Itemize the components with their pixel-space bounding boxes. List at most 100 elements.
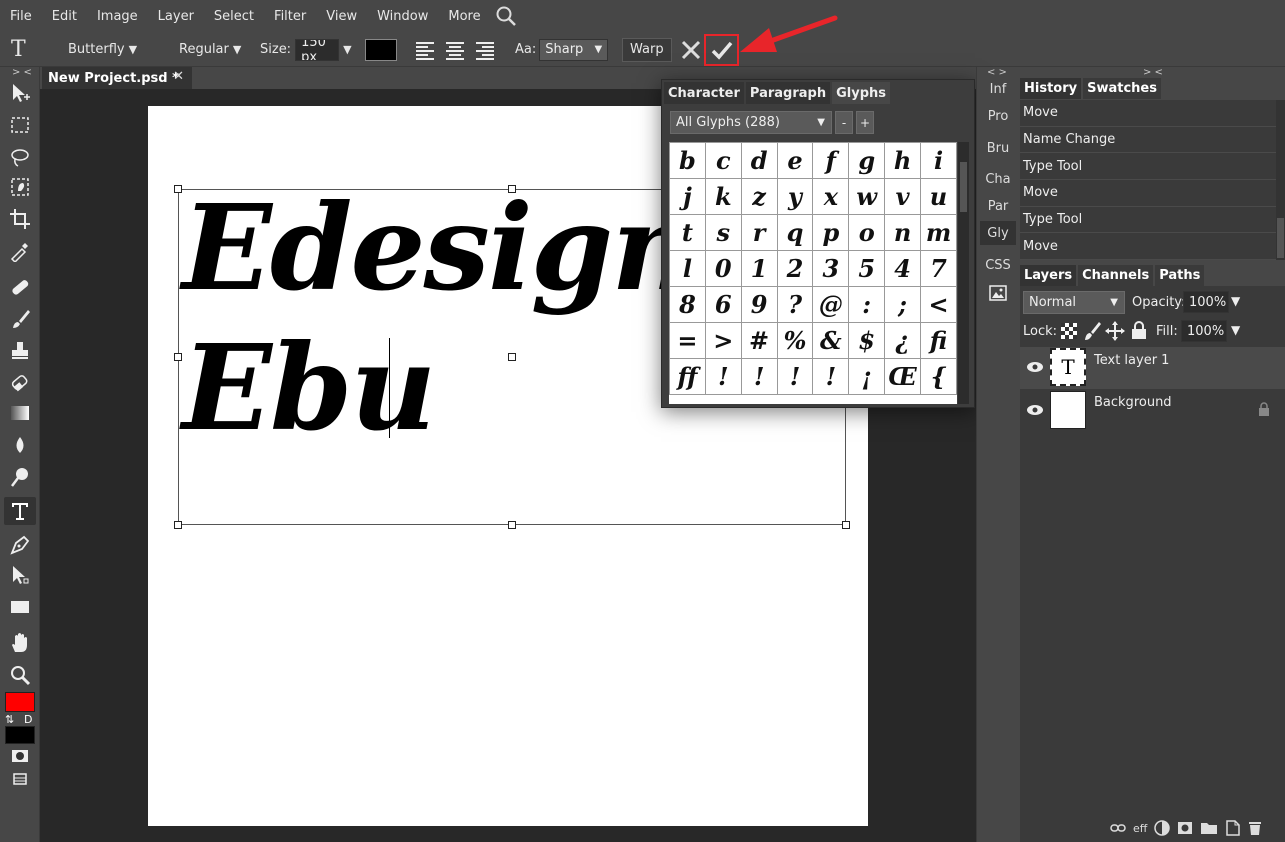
glyph-cell[interactable]: ; (884, 286, 922, 323)
menu-layer[interactable]: Layer (148, 9, 204, 24)
healing-tool[interactable] (4, 273, 36, 301)
align-right-button[interactable] (474, 32, 496, 67)
eyedropper-tool[interactable] (4, 237, 36, 265)
glyph-cell[interactable]: s (704, 214, 742, 251)
delete-layer-trash-icon[interactable] (1248, 820, 1262, 836)
glyph-zoom-out-button[interactable]: - (835, 111, 853, 134)
scrollbar-thumb[interactable] (1277, 218, 1284, 258)
glyph-cell[interactable]: z (740, 178, 778, 215)
dodge-tool[interactable] (4, 463, 36, 491)
history-item[interactable]: Name Change (1020, 127, 1276, 154)
glyph-cell[interactable]: % (776, 322, 814, 359)
history-scrollbar[interactable] (1276, 100, 1285, 260)
resize-handle[interactable] (174, 353, 182, 361)
glyph-cell[interactable]: # (740, 322, 778, 359)
glyph-cell[interactable]: l (669, 250, 706, 287)
lock-transparency-icon[interactable] (1060, 322, 1078, 340)
align-left-button[interactable] (414, 32, 436, 67)
new-layer-icon[interactable] (1225, 820, 1241, 836)
history-item[interactable]: Type Tool (1020, 207, 1276, 234)
glyph-cell[interactable]: ? (776, 286, 814, 323)
tab-history[interactable]: History (1020, 78, 1082, 99)
glyph-cell[interactable]: ! (704, 358, 742, 395)
glyph-cell[interactable]: < (920, 286, 957, 323)
cancel-button[interactable] (680, 32, 702, 67)
warp-button[interactable]: Warp (622, 37, 672, 62)
size-input[interactable]: 150 px (295, 38, 340, 61)
opacity-dropdown-icon[interactable]: ▼ (1231, 294, 1240, 308)
glyph-cell[interactable]: ¿ (884, 322, 922, 359)
glyph-cell[interactable]: ! (776, 358, 814, 395)
glyph-cell[interactable]: > (704, 322, 742, 359)
lasso-tool[interactable] (4, 143, 36, 171)
menu-filter[interactable]: Filter (264, 9, 316, 24)
crop-tool[interactable] (4, 205, 36, 233)
glyph-cell[interactable]: c (704, 142, 742, 179)
right-collapse-marker[interactable]: > < (1143, 67, 1163, 78)
glyph-cell[interactable]: 8 (669, 286, 706, 323)
glyph-cell[interactable]: 7 (920, 250, 957, 287)
text-color-swatch[interactable] (365, 38, 397, 61)
foreground-color-swatch[interactable] (5, 692, 35, 712)
tab-layers[interactable]: Layers (1020, 265, 1077, 286)
glyph-cell[interactable]: ! (812, 358, 850, 395)
tab-glyphs[interactable]: Glyphs (832, 82, 890, 104)
default-colors-button[interactable]: D (24, 713, 32, 726)
glyph-cell[interactable]: w (848, 178, 886, 215)
brush-tool[interactable] (4, 305, 36, 333)
mini-glyphs[interactable]: Gly (980, 221, 1016, 245)
font-family-dropdown[interactable]: Butterfly ▼ (68, 32, 137, 67)
glyph-cell[interactable]: & (812, 322, 850, 359)
document-tab[interactable]: New Project.psd * ✕ (42, 67, 192, 89)
mini-character[interactable]: Cha (980, 167, 1016, 191)
glyph-cell[interactable]: Œ (884, 358, 922, 395)
blend-mode-dropdown[interactable]: Normal ▼ (1023, 291, 1125, 314)
move-tool[interactable] (4, 79, 36, 107)
hand-tool[interactable] (4, 629, 36, 657)
menu-image[interactable]: Image (87, 9, 148, 24)
menu-window[interactable]: Window (367, 9, 438, 24)
search-icon[interactable] (495, 5, 517, 27)
tab-swatches[interactable]: Swatches (1083, 78, 1161, 99)
size-dropdown-icon[interactable]: ▼ (343, 43, 351, 56)
layer-row-text-layer-1[interactable]: T Text layer 1 (1020, 347, 1285, 389)
glyph-cell[interactable]: { (920, 358, 957, 395)
tab-paragraph[interactable]: Paragraph (745, 82, 831, 104)
layer-mask-icon[interactable] (1177, 821, 1193, 835)
mini-properties[interactable]: Pro (980, 104, 1016, 128)
glyph-cell[interactable]: ! (740, 358, 778, 395)
glyph-cell[interactable]: 0 (704, 250, 742, 287)
fill-input[interactable]: 100% (1181, 320, 1227, 342)
marquee-tool[interactable] (4, 111, 36, 139)
glyph-cell[interactable]: ff (669, 358, 706, 395)
menu-select[interactable]: Select (204, 9, 264, 24)
type-tool[interactable] (4, 497, 36, 525)
background-color-swatch[interactable] (5, 726, 35, 744)
menu-view[interactable]: View (316, 9, 367, 24)
glyph-cell[interactable]: 3 (812, 250, 850, 287)
glyph-scrollbar[interactable] (958, 142, 969, 404)
glyph-cell[interactable]: o (848, 214, 886, 251)
glyph-cell[interactable]: 4 (884, 250, 922, 287)
fill-dropdown-icon[interactable]: ▼ (1231, 323, 1240, 337)
resize-handle[interactable] (174, 521, 182, 529)
glyph-cell[interactable]: u (920, 178, 957, 215)
glyph-cell[interactable]: v (884, 178, 922, 215)
new-group-folder-icon[interactable] (1200, 821, 1218, 835)
resize-handle[interactable] (508, 353, 516, 361)
menu-edit[interactable]: Edit (42, 9, 87, 24)
glyph-cell[interactable]: 9 (740, 286, 778, 323)
screen-mode-button[interactable] (4, 767, 36, 791)
mini-paragraph[interactable]: Par (980, 194, 1016, 218)
toolbar-collapse-marker[interactable]: > < (12, 67, 32, 78)
blur-tool[interactable] (4, 431, 36, 459)
gradient-tool[interactable] (4, 399, 36, 427)
lock-all-icon[interactable] (1130, 320, 1148, 340)
link-layers-icon[interactable] (1110, 823, 1126, 833)
pen-tool[interactable] (4, 531, 36, 559)
mini-info[interactable]: Inf (980, 77, 1016, 101)
layer-effects-button[interactable]: eff (1133, 822, 1147, 835)
scrollbar-thumb[interactable] (960, 162, 967, 212)
close-tab-icon[interactable]: ✕ (173, 69, 184, 84)
glyph-cell[interactable]: n (884, 214, 922, 251)
